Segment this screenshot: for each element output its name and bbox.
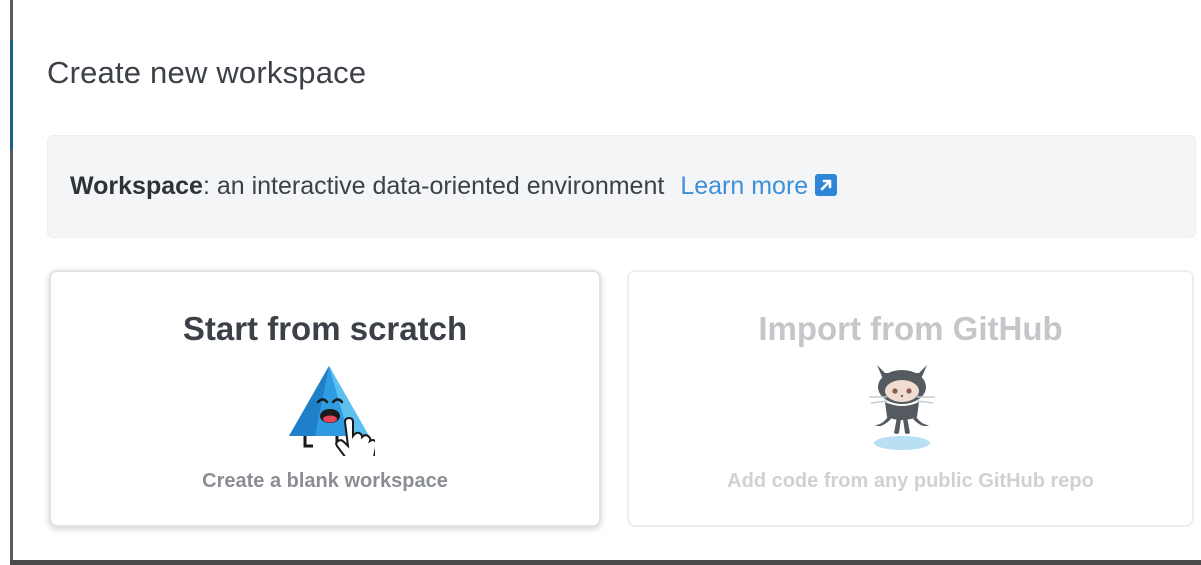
info-definition: : an interactive data-oriented environme…: [202, 172, 665, 200]
github-card-subtitle: Add code from any public GitHub repo: [727, 470, 1094, 492]
import-from-github-card[interactable]: Import from GitHub Add code from any pub…: [627, 270, 1194, 527]
create-workspace-dialog: Create new workspace Workspace: an inter…: [13, 0, 1201, 560]
learn-more-link[interactable]: Learn more: [680, 172, 838, 200]
octocat-icon: [869, 365, 935, 450]
learn-more-label: Learn more: [680, 172, 809, 200]
scratch-card-subtitle: Create a blank workspace: [202, 470, 448, 492]
workspace-info-box: Workspace: an interactive data-oriented …: [47, 135, 1196, 238]
start-from-scratch-card[interactable]: Start from scratch Create a blank worksp…: [49, 270, 601, 527]
scratch-card-title: Start from scratch: [182, 310, 468, 347]
external-link-icon: [815, 174, 838, 196]
github-card-title: Import from GitHub: [758, 310, 1063, 347]
background-window-edge: [0, 0, 13, 565]
info-text: Workspace: an interactive data-oriented …: [70, 172, 838, 201]
window-bottom-border: [10, 560, 1201, 565]
dialog-title: Create new workspace: [47, 55, 367, 90]
info-term: Workspace: [70, 172, 203, 200]
triangle-mascot-icon: [289, 366, 375, 456]
